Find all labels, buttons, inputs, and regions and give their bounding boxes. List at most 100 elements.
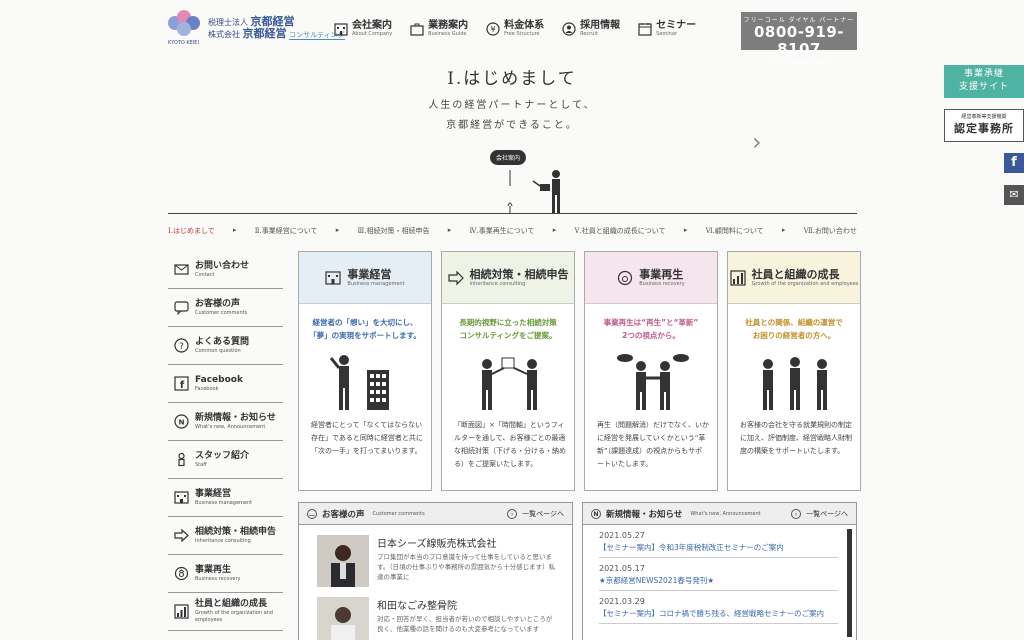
freecall-number: 0800-919-8107 [753,23,844,58]
logo-mark-label: KYOTO KEIEI [168,40,199,46]
news-more-link[interactable]: › 一覧ページへ [791,508,848,519]
nav-business[interactable]: 業務案内 Business Guide [410,20,468,38]
growth-icon [174,604,189,619]
mail-icon[interactable]: ✉ [1004,185,1024,205]
main-nav: 会社案内 About Company 業務案内 Business Guide ¥ 料… [334,20,714,38]
card-lead: 事業再生は“再生”と“革新” 2つの視点から。 [603,318,699,340]
slide-tab-1[interactable]: Ⅰ.はじめまして [168,226,215,236]
arrow-icon [447,270,464,285]
card-body: お客様の会社を守る就業規則の制定に加え、評価制度、経営戦略人財制度の構築をサポー… [740,421,852,455]
recycle-icon [618,270,633,285]
sidebar-item-voice[interactable]: お客様の声 Customer comments [168,289,283,327]
customer-voice-panel: … お客様の声 Customer comments › 一覧ページへ 日本シーズ線販… [298,502,573,640]
team-illustration [763,357,827,410]
slide-tab-6[interactable]: Ⅵ.顧問料について [706,226,764,236]
freecall-button[interactable]: フリーコール ダイヤル パートナー 0800-919-8107 メールでのお問い… [741,12,857,67]
growth-icon [729,269,746,286]
slide-next-arrow-icon[interactable]: › [752,128,762,156]
news-item[interactable]: 2021.03.29 【セミナー案内】コロナ禍で勝ち残る、経営戦略セミナーのご案… [599,591,838,624]
logo-text: 税理士法人 京都経営 株式会社 京都経営 コンサルティング [208,14,345,40]
slide-tab-5[interactable]: Ⅴ.社員と組織の成長について [575,226,666,236]
arrow-right-icon: › [507,508,518,519]
card-body: 「断面図」×「時間軸」というフィルターを通して、お客様ごとの最適な相続対策（下げ… [454,421,566,468]
hero-title: Ⅰ.はじめまして [447,69,577,89]
slide-tab-2[interactable]: Ⅱ.事業経営について [255,226,318,236]
sidebar-item-recovery[interactable]: 事業再生 Business recovery [168,555,283,593]
sidebar-item-news[interactable]: N 新規情報・お知らせ What's new, Announcement [168,403,283,441]
card-recovery[interactable]: 事業再生 Business recovery 事業再生は“再生”と“革新” 2つの視… [584,251,718,491]
hero-subtitle: 人生の経営パートナーとして、 京都経営ができること。 [428,100,596,131]
building-icon [174,491,189,504]
card-growth[interactable]: 社員と組織の成長 Growth of the organization and e… [727,251,861,491]
sidebar-item-facebook[interactable]: f Facebook Facebook [168,365,283,403]
question-icon: ? [174,338,189,353]
watering-person-illustration [507,170,560,213]
customer-photo [317,535,369,587]
svg-text:N: N [179,419,185,427]
recycle-icon [174,566,189,581]
sidebar-item-contact[interactable]: お問い合わせ Contact [168,251,283,289]
card-head: 事業経営 Business management [299,252,431,304]
site-header: KYOTO KEIEI 税理士法人 京都経営 株式会社 京都経営 コンサルティン… [0,0,1024,67]
news-panel: N 新規情報・お知らせ What's new, Announcement › 一覧ペ… [582,502,857,640]
news-item[interactable]: 2021.05.17 ★京都経営NEWS2021春号発刊★ [599,558,838,591]
svg-text:¥: ¥ [491,25,496,34]
panel-header: … お客様の声 Customer comments › 一覧ページへ [299,503,572,525]
sidebar-item-inheritance[interactable]: 相続対策・相続申告 Inheritance consulting [168,517,283,555]
slide-tab-4[interactable]: Ⅳ.事業再生について [470,226,535,236]
sidebar-item-growth[interactable]: 社員と組織の成長 Growth of the organization and e… [168,593,283,631]
nav-about[interactable]: 会社案内 About Company [334,20,392,38]
panel-header: N 新規情報・お知らせ What's new, Announcement › 一覧ペ… [583,503,856,525]
nav-recruit[interactable]: 採用情報 Recruit [562,20,620,38]
yen-icon: ¥ [486,22,500,36]
sidebar-item-faq[interactable]: ? よくある質問 Common question [168,327,283,365]
voice-item[interactable]: 日本シーズ線販売株式会社 プロ集団が本当のプロ意識を持って仕事をしていると思いま… [299,525,572,587]
sidebar-item-business[interactable]: 事業経営 Business management [168,479,283,517]
svg-text:f: f [180,380,185,391]
card-lead: 長期的視野に立った相続対策 コンサルティングをご提案。 [459,318,557,340]
building-icon [325,270,342,285]
building-icon [334,23,348,36]
facebook-icon: f [174,376,189,391]
chat-icon [174,301,189,315]
nav-fee[interactable]: ¥ 料金体系 Free Structure [486,20,544,38]
news-icon: N [591,508,601,519]
card-business[interactable]: 事業経営 Business management 経営者の「想い」を大切にし、 「夢… [298,251,432,491]
voice-item[interactable]: 和田なごみ整骨院 対応・回答が早く、担当者が若いので相談しやすいところが良く、他… [299,587,572,640]
news-scrollbar[interactable] [847,529,852,637]
service-cards: 事業経営 Business management 経営者の「想い」を大切にし、 「夢… [298,251,861,491]
voice-more-link[interactable]: › 一覧ページへ [507,508,564,519]
person-icon [178,452,185,467]
handshake-illustration [617,354,689,410]
site-logo[interactable]: KYOTO KEIEI 税理士法人 京都経営 株式会社 京都経営 コンサルティン… [168,10,345,46]
businessman-illustration [329,355,389,410]
sidebar-item-staff[interactable]: スタッフ紹介 Staff [168,441,283,479]
card-head: 社員と組織の成長 Growth of the organization and e… [728,252,860,304]
card-lead: 経営者の「想い」を大切にし、 「夢」の実現をサポートします。 [309,318,421,340]
card-head: 事業再生 Business recovery [585,252,717,304]
svg-text:?: ? [179,342,184,352]
handover-illustration [482,357,537,410]
slide-tabs: Ⅰ.はじめまして ▸ Ⅱ.事業経営について ▸ Ⅲ.相続対策・相続申告 ▸ Ⅳ.事業再… [168,226,857,236]
card-body: 再生（問題解消）だけでなく、いかに経営を発展していくかという“革新”（課題達成）… [597,421,709,468]
person-icon [562,22,576,36]
arrow-right-icon: › [791,508,802,519]
slide-tab-7[interactable]: Ⅶ.お問い合わせ [804,226,857,236]
hero-sign-label: 会社案内 [490,150,527,165]
card-head: 相続対策・相続申告 Inheritance consulting [442,252,574,304]
hero-ground-line [168,213,857,214]
news-item[interactable]: 2021.05.27 【セミナー案内】令和3年度税制改正セミナーのご案内 [599,525,838,558]
news-icon: N [174,414,189,429]
facebook-icon[interactable]: f [1004,153,1024,173]
logo-mark-icon: KYOTO KEIEI [168,10,200,46]
mail-icon [174,264,189,275]
arrow-icon [174,528,189,543]
card-inheritance[interactable]: 相続対策・相続申告 Inheritance consulting 長期的視野に立っ… [441,251,575,491]
left-sidebar: お問い合わせ Contact お客様の声 Customer comments ? よ… [168,251,283,631]
calendar-icon [638,23,652,36]
nav-seminar[interactable]: セミナー Seminar [638,20,696,38]
slide-tab-3[interactable]: Ⅲ.相続対策・相続申告 [358,226,430,236]
card-body: 経営者にとって「なくてはならない存在」であると同時に経営者と共に「次の一手」を打… [311,421,423,455]
briefcase-icon [410,23,424,36]
customer-photo [317,597,369,640]
